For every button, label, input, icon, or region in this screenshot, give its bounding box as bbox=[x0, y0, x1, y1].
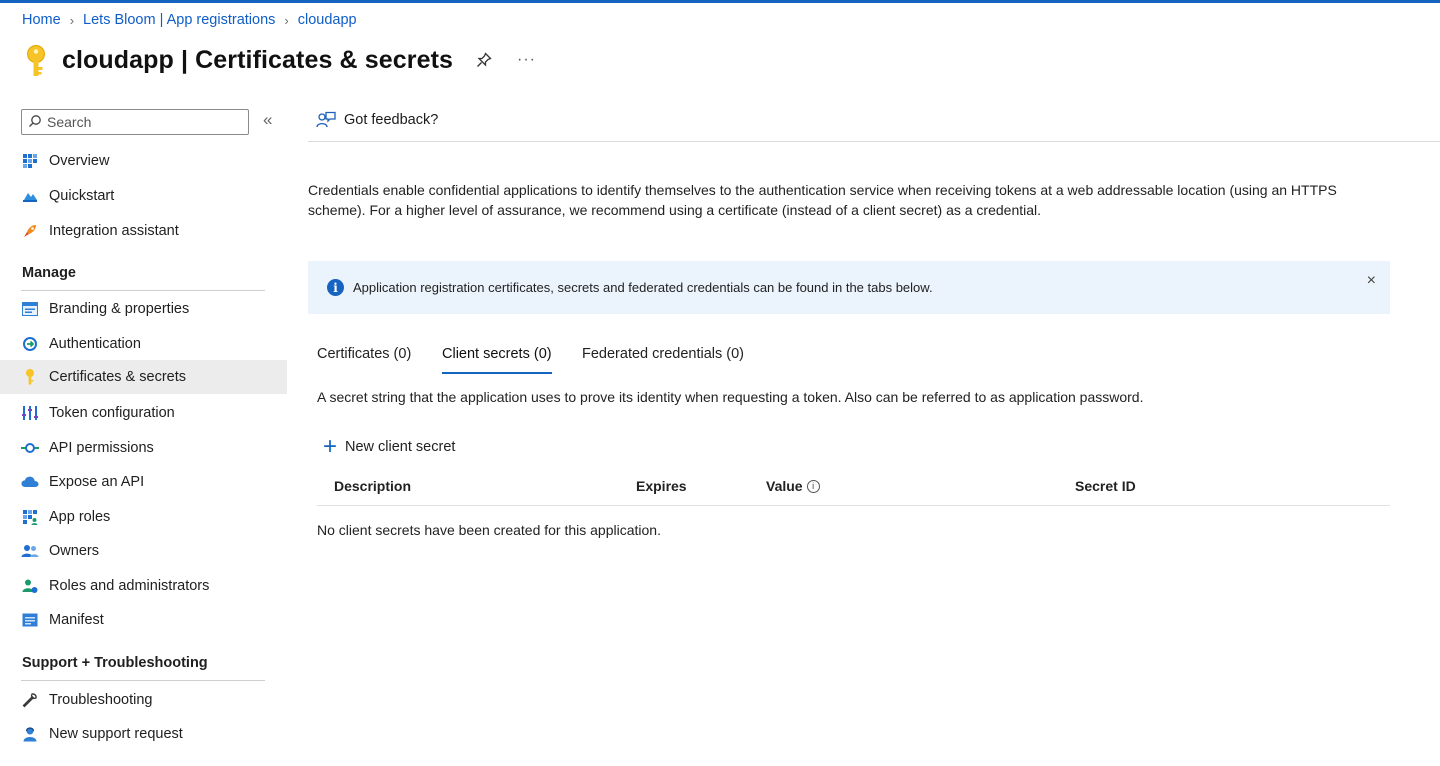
authentication-icon bbox=[21, 335, 39, 353]
section-divider bbox=[21, 680, 265, 681]
page-header: cloudapp | Certificates & secrets ··· bbox=[20, 40, 536, 80]
section-divider bbox=[21, 290, 265, 291]
page-title-app: cloudapp bbox=[62, 45, 174, 74]
sidebar-item-quickstart[interactable]: Quickstart bbox=[0, 179, 287, 213]
sidebar-item-label: Troubleshooting bbox=[49, 692, 153, 708]
token-bars-icon bbox=[21, 404, 39, 422]
collapse-sidebar-icon[interactable]: « bbox=[263, 110, 272, 130]
pin-icon[interactable] bbox=[475, 51, 493, 69]
sidebar-item-app-roles[interactable]: App roles bbox=[0, 500, 287, 534]
sidebar-item-roles-administrators[interactable]: Roles and administrators bbox=[0, 569, 287, 603]
client-secrets-description: A secret string that the application use… bbox=[317, 389, 1144, 405]
key-icon bbox=[21, 368, 39, 386]
sidebar-item-expose-api[interactable]: Expose an API bbox=[0, 465, 287, 499]
info-banner: i Application registration certificates,… bbox=[308, 261, 1390, 314]
sidebar-item-manifest[interactable]: Manifest bbox=[0, 603, 287, 637]
sidebar-item-branding[interactable]: Branding & properties bbox=[0, 292, 287, 326]
toolbar-divider bbox=[308, 141, 1440, 142]
sidebar-item-label: Overview bbox=[49, 153, 110, 169]
key-icon bbox=[20, 40, 52, 80]
section-heading-manage: Manage bbox=[22, 265, 76, 281]
page-title-section: | Certificates & secrets bbox=[180, 45, 453, 74]
column-header-label: Expires bbox=[636, 478, 687, 494]
sidebar-item-label: Token configuration bbox=[49, 405, 175, 421]
sidebar-item-label: Expose an API bbox=[49, 474, 145, 490]
quickstart-cloud-icon bbox=[21, 187, 39, 205]
new-client-secret-button[interactable]: + New client secret bbox=[323, 433, 456, 460]
sidebar-item-certificates-secrets[interactable]: Certificates & secrets bbox=[0, 360, 287, 394]
breadcrumb-app-registrations[interactable]: Lets Bloom | App registrations bbox=[83, 12, 275, 28]
sidebar-item-token-configuration[interactable]: Token configuration bbox=[0, 396, 287, 430]
sidebar-item-label: Branding & properties bbox=[49, 301, 190, 317]
column-header-value[interactable]: Value i bbox=[766, 478, 820, 494]
top-accent-bar bbox=[0, 0, 1440, 3]
column-header-label: Description bbox=[334, 478, 412, 494]
roles-admin-icon bbox=[21, 577, 39, 595]
branding-icon bbox=[21, 300, 39, 318]
sidebar-item-owners[interactable]: Owners bbox=[0, 534, 287, 568]
breadcrumb: Home › Lets Bloom | App registrations › … bbox=[22, 12, 357, 28]
sidebar-item-overview[interactable]: Overview bbox=[0, 144, 287, 178]
sidebar-item-label: New support request bbox=[49, 726, 183, 742]
sidebar-item-troubleshooting[interactable]: Troubleshooting bbox=[0, 683, 287, 717]
cloud-icon bbox=[21, 473, 39, 491]
sidebar-item-label: Quickstart bbox=[49, 188, 115, 204]
got-feedback-button[interactable]: Got feedback? bbox=[316, 111, 438, 129]
close-icon[interactable]: × bbox=[1367, 272, 1376, 290]
sidebar-item-label: App roles bbox=[49, 509, 111, 525]
column-header-expires[interactable]: Expires bbox=[636, 478, 687, 494]
manifest-icon bbox=[21, 611, 39, 629]
sidebar-item-authentication[interactable]: Authentication bbox=[0, 327, 287, 361]
column-header-secret-id[interactable]: Secret ID bbox=[1075, 478, 1136, 494]
more-options-icon[interactable]: ··· bbox=[517, 51, 536, 69]
sidebar-item-label: Owners bbox=[49, 543, 99, 559]
feedback-icon bbox=[316, 111, 336, 129]
empty-table-message: No client secrets have been created for … bbox=[317, 522, 661, 538]
sidebar-item-label: Integration assistant bbox=[49, 223, 179, 239]
search-icon bbox=[28, 114, 42, 131]
section-heading-support: Support + Troubleshooting bbox=[22, 655, 208, 671]
sidebar-item-label: Manifest bbox=[49, 612, 104, 628]
chevron-right-icon: › bbox=[284, 12, 289, 28]
info-icon: i bbox=[327, 279, 344, 296]
table-header-divider bbox=[317, 505, 1390, 506]
search-input[interactable] bbox=[47, 114, 237, 130]
app-roles-grid-icon bbox=[21, 508, 39, 526]
info-message: Application registration certificates, s… bbox=[353, 280, 933, 295]
column-header-label: Secret ID bbox=[1075, 478, 1136, 494]
owners-people-icon bbox=[21, 542, 39, 560]
breadcrumb-home[interactable]: Home bbox=[22, 12, 61, 28]
sidebar-item-api-permissions[interactable]: API permissions bbox=[0, 431, 287, 465]
info-circle-icon[interactable]: i bbox=[806, 479, 820, 493]
credentials-description: Credentials enable confidential applicat… bbox=[308, 182, 1337, 218]
api-permissions-icon bbox=[21, 439, 39, 457]
rocket-icon bbox=[21, 222, 39, 240]
page-title: cloudapp | Certificates & secrets bbox=[62, 46, 453, 75]
chevron-right-icon: › bbox=[69, 12, 75, 28]
wrench-icon bbox=[21, 691, 39, 709]
sidebar-item-label: Authentication bbox=[49, 336, 141, 352]
tab-client-secrets[interactable]: Client secrets (0) bbox=[442, 346, 552, 374]
sidebar-item-integration-assistant[interactable]: Integration assistant bbox=[0, 214, 287, 248]
plus-icon: + bbox=[323, 433, 338, 460]
tab-federated-credentials[interactable]: Federated credentials (0) bbox=[582, 346, 744, 374]
support-person-icon bbox=[21, 725, 39, 743]
new-client-secret-label: New client secret bbox=[345, 439, 456, 455]
feedback-label: Got feedback? bbox=[344, 112, 439, 128]
sidebar-search[interactable] bbox=[21, 109, 249, 135]
sidebar-item-new-support-request[interactable]: New support request bbox=[0, 717, 287, 751]
sidebar-item-label: Roles and administrators bbox=[49, 578, 210, 594]
column-header-label: Value bbox=[766, 478, 803, 494]
overview-grid-icon bbox=[21, 152, 39, 170]
tab-certificates[interactable]: Certificates (0) bbox=[317, 346, 411, 374]
sidebar-item-label: API permissions bbox=[49, 440, 154, 456]
column-header-description[interactable]: Description bbox=[334, 478, 411, 494]
sidebar-item-label: Certificates & secrets bbox=[49, 369, 186, 385]
breadcrumb-cloudapp[interactable]: cloudapp bbox=[298, 12, 357, 28]
